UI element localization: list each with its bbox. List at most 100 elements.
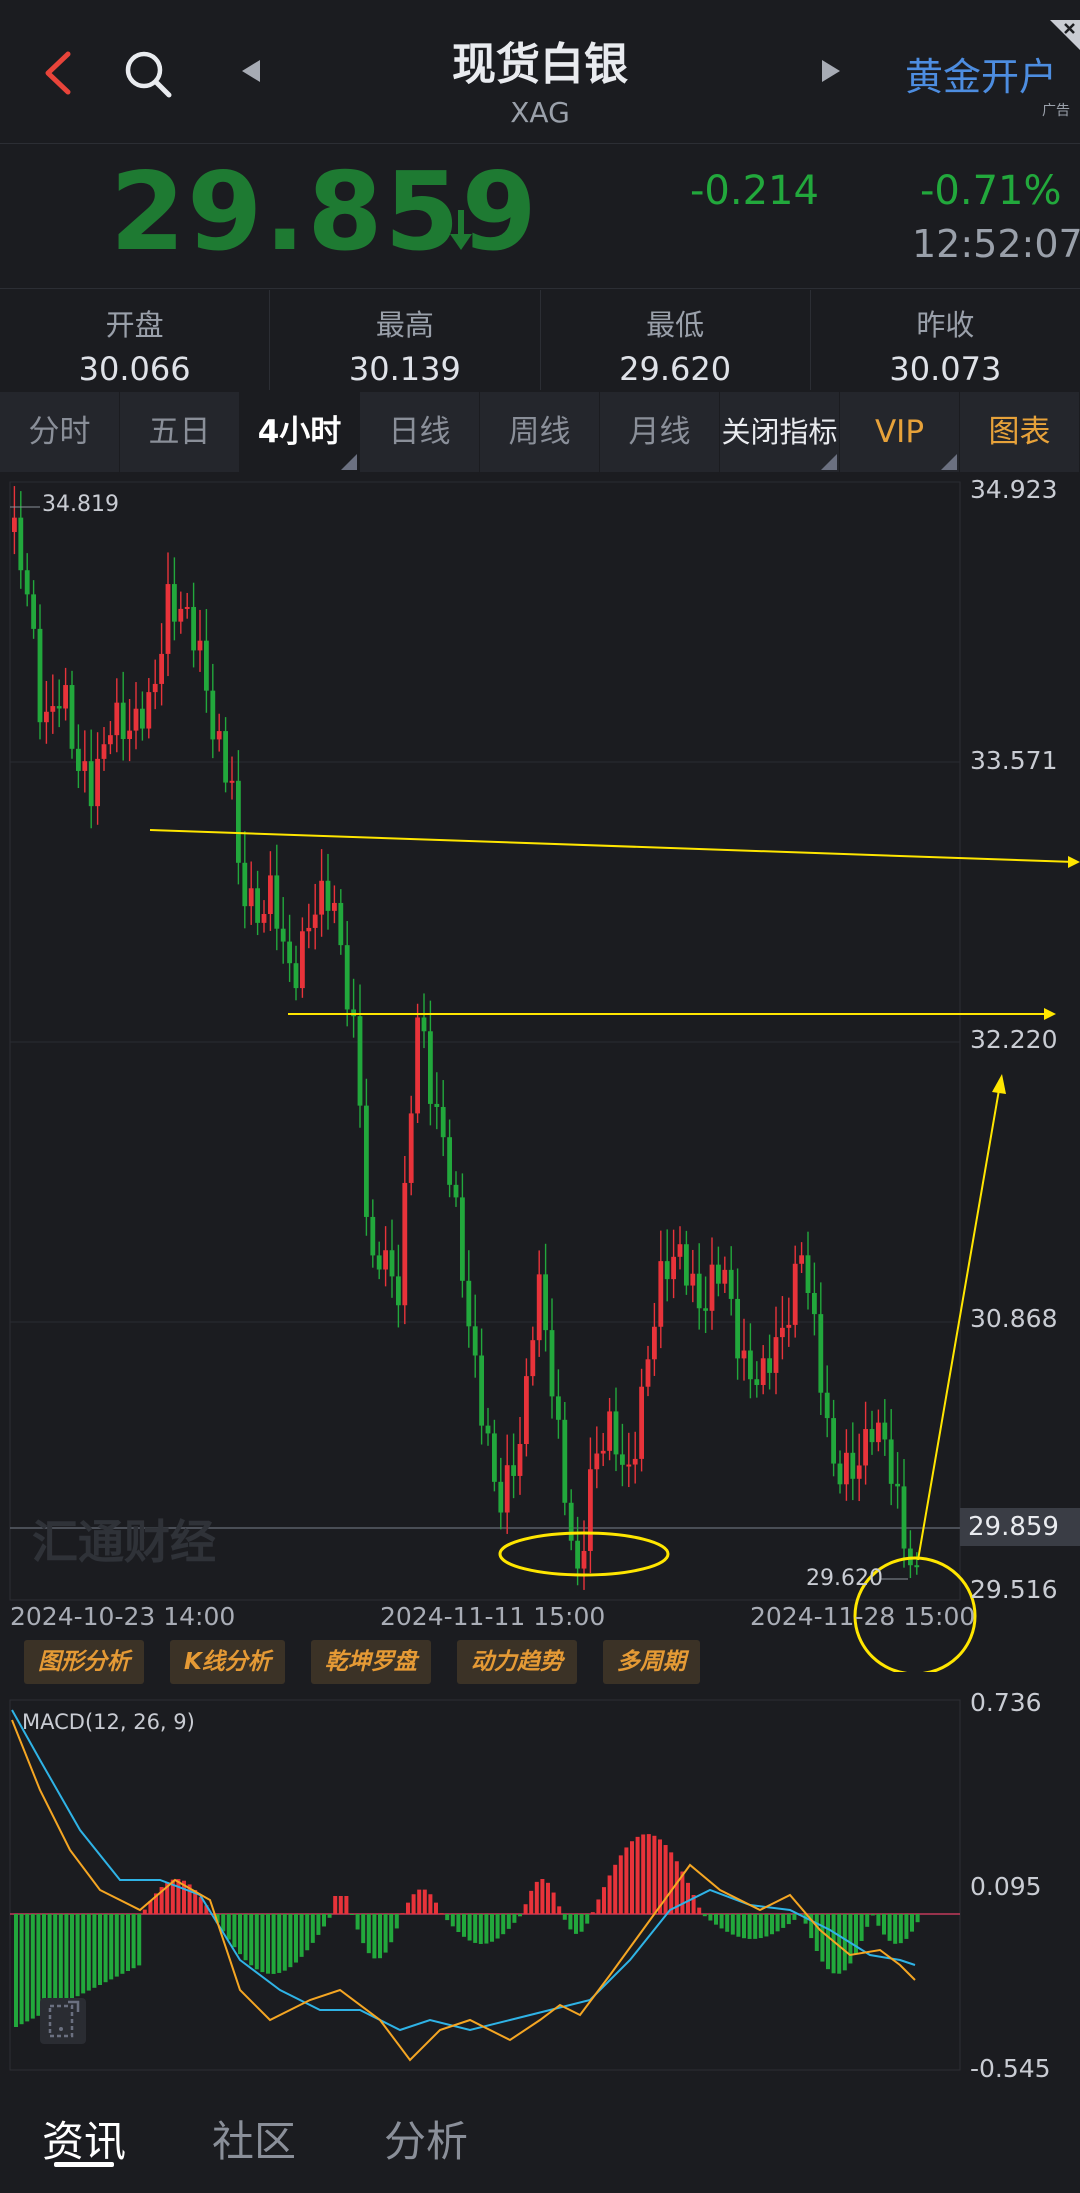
candle-body — [351, 1009, 356, 1017]
macd-bar — [562, 1914, 567, 1920]
candle-body — [229, 780, 235, 783]
candle-body — [146, 692, 152, 729]
macd-bar — [859, 1914, 864, 1941]
divider — [0, 143, 1080, 144]
tab-4-hour[interactable]: 4小时 — [240, 392, 360, 472]
macd-bar — [758, 1914, 763, 1939]
multi-period-button[interactable]: 多周期 — [602, 1640, 700, 1684]
momentum-trend-button[interactable]: 动力趋势 — [456, 1640, 577, 1684]
candle-body — [677, 1244, 683, 1257]
candle-body — [357, 1016, 363, 1106]
low-marker-label: 29.620 — [806, 1566, 883, 1591]
nav-community[interactable]: 社区 — [212, 2108, 296, 2169]
candle-body — [370, 1216, 376, 1256]
tab-five-day[interactable]: 五日 — [120, 392, 240, 472]
ad-close-icon[interactable] — [1050, 20, 1080, 50]
macd-bar — [282, 1914, 287, 1971]
candle-body — [421, 1017, 427, 1032]
macd-bar — [422, 1889, 427, 1914]
macd-bar — [114, 1914, 119, 1977]
tab-daily[interactable]: 日线 — [360, 392, 480, 472]
candle-body — [837, 1463, 843, 1485]
back-arrow-icon[interactable] — [38, 48, 82, 98]
candle-body — [812, 1293, 817, 1315]
macd-bar — [226, 1914, 231, 1940]
macd-bar — [630, 1841, 634, 1914]
macd-bar — [271, 1914, 276, 1974]
next-instrument-icon[interactable] — [818, 58, 844, 84]
candle-body — [63, 685, 68, 709]
candle-body — [389, 1250, 395, 1277]
candle-body — [204, 640, 209, 691]
candle-body — [664, 1261, 670, 1280]
nav-active-indicator — [54, 2162, 114, 2167]
candle-body — [108, 735, 113, 745]
quote-time: 12:52:07 — [912, 222, 1080, 266]
pattern-analysis-button[interactable]: 图形分析 — [24, 1640, 144, 1684]
search-icon[interactable] — [122, 48, 174, 100]
candle-body — [120, 702, 126, 739]
candle-body — [319, 880, 324, 915]
previous-instrument-icon[interactable] — [238, 58, 264, 84]
macd-bar — [742, 1914, 746, 1939]
tab-chart[interactable]: 图表 — [960, 392, 1080, 472]
macd-bar — [826, 1914, 830, 1970]
macd-bar — [389, 1914, 394, 1943]
macd-bar — [467, 1914, 472, 1941]
macd-bar — [462, 1914, 466, 1937]
macd-dea-line — [11, 1709, 916, 2032]
macd-bar — [30, 1914, 35, 2019]
tab-weekly[interactable]: 周线 — [480, 392, 600, 472]
candle-body — [748, 1350, 753, 1380]
macd-bar — [579, 1914, 584, 1932]
nav-analysis[interactable]: 分析 — [384, 2108, 468, 2169]
candle-body — [261, 914, 267, 923]
fullscreen-icon[interactable] — [38, 1996, 88, 2046]
macd-bar — [64, 1914, 69, 2002]
ad-open-account-link[interactable]: 黄金开户 — [905, 46, 1057, 101]
macd-bar — [523, 1904, 528, 1914]
price-change: -0.214 — [690, 168, 819, 214]
candle-body — [658, 1261, 664, 1327]
macd-bar — [243, 1914, 248, 1961]
macd-bar — [898, 1914, 903, 1944]
macd-chart[interactable] — [0, 1690, 1080, 2090]
kline-analysis-button[interactable]: K线分析 — [170, 1640, 285, 1684]
candle-body — [735, 1298, 740, 1359]
macd-bar — [663, 1845, 668, 1914]
candle-body — [652, 1326, 657, 1360]
tab-vip[interactable]: VIP — [840, 392, 960, 472]
candle-body — [632, 1458, 638, 1465]
macd-bar — [445, 1914, 450, 1921]
candle-body — [543, 1274, 548, 1331]
compass-button[interactable]: 乾坤罗盘 — [310, 1640, 431, 1684]
macd-bar — [75, 1914, 80, 1997]
candle-body — [216, 731, 222, 740]
candle-body — [600, 1450, 606, 1454]
macd-bar — [786, 1914, 791, 1925]
candle-body — [300, 931, 305, 989]
macd-bar — [322, 1914, 326, 1927]
candlestick-chart[interactable] — [0, 472, 1080, 1672]
candle-body — [223, 731, 228, 783]
macd-bar — [338, 1896, 343, 1914]
macd-bar — [81, 1914, 86, 1994]
macd-bar — [327, 1914, 332, 1918]
macd-bar — [490, 1914, 494, 1942]
macd-y-tick: 0.736 — [970, 1688, 1042, 1717]
tab-minute[interactable]: 分时 — [0, 392, 120, 472]
candle-body — [306, 927, 312, 932]
macd-bar — [439, 1913, 444, 1915]
tab-close-indicator[interactable]: 关闭指标 — [720, 392, 840, 472]
nav-news[interactable]: 资讯 — [42, 2108, 126, 2169]
macd-dif-line — [11, 1719, 916, 2062]
tab-monthly[interactable]: 月线 — [600, 392, 720, 472]
candle-body — [133, 708, 139, 731]
dropdown-corner-icon — [821, 454, 837, 470]
macd-bar — [893, 1914, 898, 1944]
macd-bar — [383, 1914, 388, 1953]
macd-bar — [450, 1914, 455, 1927]
candle-body — [101, 744, 107, 759]
y-tick-label: 29.516 — [970, 1575, 1058, 1604]
candle-body — [850, 1452, 856, 1479]
